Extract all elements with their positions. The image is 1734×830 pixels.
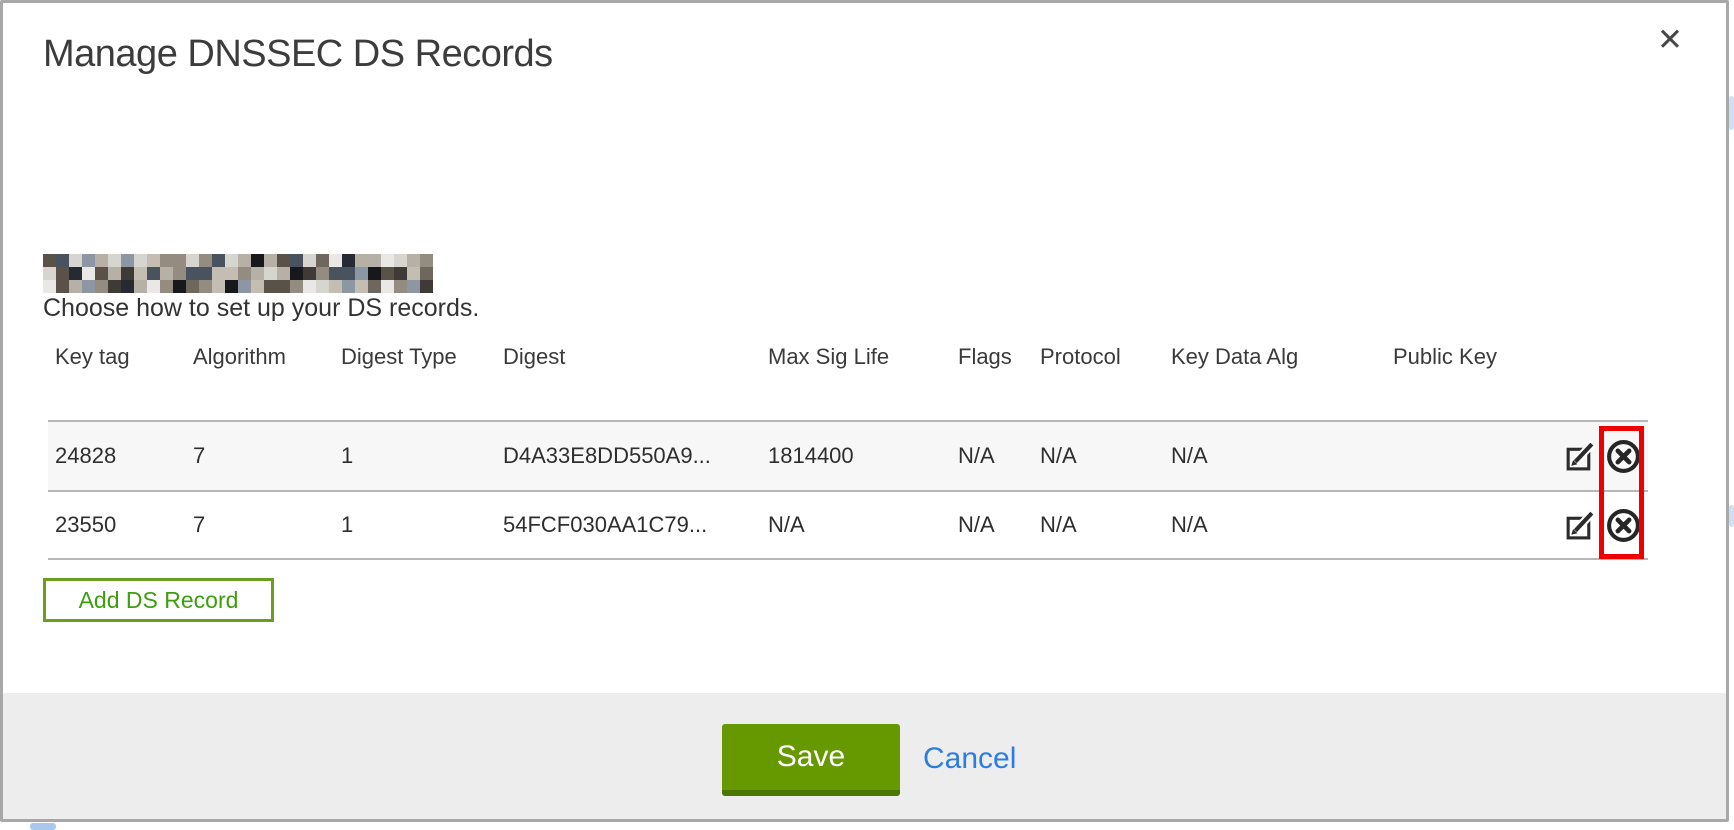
page-behind-artifact — [30, 823, 56, 830]
cell-algorithm: 7 — [186, 492, 334, 558]
delete-x-circle-icon — [1605, 438, 1642, 475]
edit-record-button[interactable] — [1563, 440, 1596, 473]
cell-public-key — [1386, 492, 1538, 558]
row-actions — [1538, 422, 1648, 490]
redacted-domain-name — [43, 254, 433, 293]
col-header-protocol: Protocol — [1033, 338, 1164, 370]
col-header-public-key: Public Key — [1386, 338, 1538, 370]
cell-digest-type: 1 — [334, 492, 496, 558]
col-header-flags: Flags — [951, 338, 1033, 370]
cell-key-data-alg: N/A — [1164, 492, 1386, 558]
cell-digest: 54FCF030AA1C79... — [496, 492, 761, 558]
save-button[interactable]: Save — [722, 724, 900, 796]
ds-records-table: Key tag Algorithm Digest Type Digest Max… — [48, 338, 1648, 560]
row-actions — [1538, 492, 1648, 558]
cell-key-data-alg: N/A — [1164, 422, 1386, 490]
table-row: 23550 7 1 54FCF030AA1C79... N/A N/A N/A … — [48, 490, 1648, 560]
manage-dnssec-dialog: Manage DNSSEC DS Records ✕ Choose how to… — [0, 0, 1729, 822]
cell-digest: D4A33E8DD550A9... — [496, 422, 761, 490]
close-icon[interactable]: ✕ — [1657, 25, 1683, 56]
add-ds-record-button[interactable]: Add DS Record — [43, 578, 274, 622]
edit-record-button[interactable] — [1563, 509, 1596, 542]
col-header-algorithm: Algorithm — [186, 338, 334, 370]
cell-flags: N/A — [951, 492, 1033, 558]
cell-max-sig-life: N/A — [761, 492, 951, 558]
col-header-key-data-alg: Key Data Alg — [1164, 338, 1386, 370]
table-row: 24828 7 1 D4A33E8DD550A9... 1814400 N/A … — [48, 420, 1648, 490]
page-behind-artifact — [1729, 505, 1734, 527]
cell-max-sig-life: 1814400 — [761, 422, 951, 490]
cell-key-tag: 24828 — [48, 422, 186, 490]
dialog-title: Manage DNSSEC DS Records — [43, 33, 553, 76]
dialog-footer: Save Cancel — [3, 693, 1726, 819]
col-header-digest-type: Digest Type — [334, 338, 496, 370]
cell-algorithm: 7 — [186, 422, 334, 490]
delete-record-button[interactable] — [1605, 438, 1642, 475]
col-header-digest: Digest — [496, 338, 761, 370]
delete-x-circle-icon — [1605, 507, 1642, 544]
delete-record-button[interactable] — [1605, 507, 1642, 544]
col-header-max-sig-life: Max Sig Life — [761, 338, 951, 370]
cell-protocol: N/A — [1033, 422, 1164, 490]
page-behind-artifact — [1729, 96, 1734, 130]
edit-pencil-icon — [1563, 509, 1596, 542]
table-header-row: Key tag Algorithm Digest Type Digest Max… — [48, 338, 1648, 420]
cell-key-tag: 23550 — [48, 492, 186, 558]
cancel-link[interactable]: Cancel — [923, 724, 1016, 796]
cell-digest-type: 1 — [334, 422, 496, 490]
cell-protocol: N/A — [1033, 492, 1164, 558]
cell-flags: N/A — [951, 422, 1033, 490]
col-header-actions — [1538, 338, 1648, 344]
edit-pencil-icon — [1563, 440, 1596, 473]
col-header-key-tag: Key tag — [48, 338, 186, 370]
instruction-text: Choose how to set up your DS records. — [43, 294, 479, 323]
cell-public-key — [1386, 422, 1538, 490]
